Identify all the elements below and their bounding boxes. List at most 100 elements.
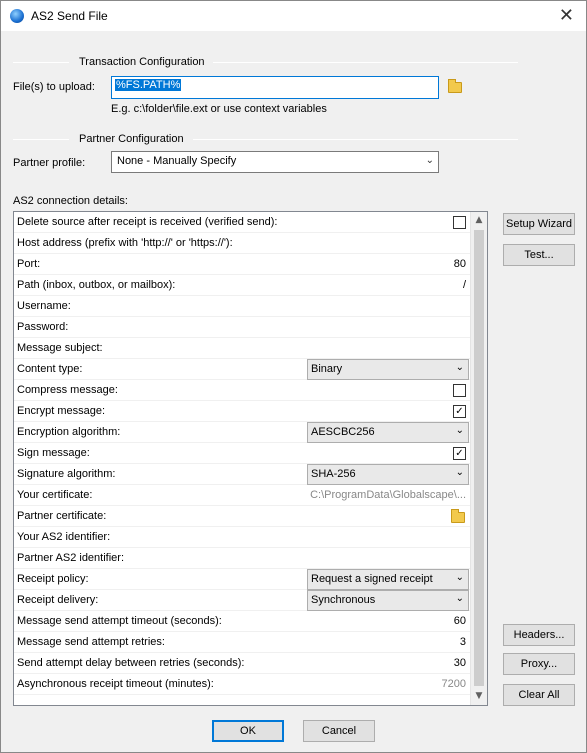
- files-input-value: %FS.PATH%: [115, 79, 182, 91]
- partner-section-title: Partner Configuration: [79, 133, 184, 145]
- close-icon[interactable]: ✕: [559, 5, 574, 26]
- property-select-value: Synchronous: [311, 594, 376, 606]
- table-row[interactable]: Host address (prefix with 'http://' or '…: [14, 233, 470, 254]
- property-value[interactable]: C:\ProgramData\Globalscape\...: [310, 489, 466, 501]
- scroll-down-icon[interactable]: ▼: [471, 688, 487, 705]
- chevron-down-icon: ⌄: [455, 362, 464, 373]
- property-select[interactable]: Binary ⌄: [307, 359, 469, 380]
- browse-folder-icon[interactable]: [448, 79, 462, 93]
- proxy-button[interactable]: Proxy...: [503, 653, 575, 675]
- property-checkbox[interactable]: [453, 384, 466, 397]
- property-value[interactable]: /: [463, 279, 466, 291]
- test-button[interactable]: Test...: [503, 244, 575, 266]
- clear-all-button[interactable]: Clear All: [503, 684, 575, 706]
- property-name: Send attempt delay between retries (seco…: [17, 657, 245, 669]
- divider: [193, 139, 518, 140]
- property-name: Partner certificate:: [17, 510, 107, 522]
- divider: [13, 139, 69, 140]
- table-row[interactable]: Compress message:: [14, 380, 470, 401]
- partner-profile-value: None - Manually Specify: [117, 155, 237, 167]
- property-name: Sign message:: [17, 447, 90, 459]
- table-row[interactable]: Your certificate: C:\ProgramData\Globalsc…: [14, 485, 470, 506]
- property-select-value: SHA-256: [311, 468, 356, 480]
- table-row[interactable]: Signature algorithm: SHA-256 ⌄: [14, 464, 470, 485]
- property-select[interactable]: Synchronous ⌄: [307, 590, 469, 611]
- partner-profile-select[interactable]: None - Manually Specify ⌄: [111, 151, 439, 173]
- table-row[interactable]: Encryption algorithm: AESCBC256 ⌄: [14, 422, 470, 443]
- property-name: Compress message:: [17, 384, 118, 396]
- property-name: Content type:: [17, 363, 83, 375]
- property-name: Message send attempt timeout (seconds):: [17, 615, 222, 627]
- table-row[interactable]: Message send attempt retries: 3: [14, 632, 470, 653]
- table-row[interactable]: Your AS2 identifier:: [14, 527, 470, 548]
- table-row[interactable]: Password:: [14, 317, 470, 338]
- property-value[interactable]: 80: [454, 258, 466, 270]
- property-name: Signature algorithm:: [17, 468, 116, 480]
- chevron-down-icon: ⌄: [425, 155, 434, 166]
- chevron-down-icon: ⌄: [455, 467, 464, 478]
- scroll-thumb[interactable]: [474, 230, 484, 686]
- ok-button[interactable]: OK: [212, 720, 284, 742]
- table-row[interactable]: Message subject:: [14, 338, 470, 359]
- table-row[interactable]: Partner AS2 identifier:: [14, 548, 470, 569]
- property-name: Message send attempt retries:: [17, 636, 165, 648]
- divider: [13, 62, 69, 63]
- property-name: Asynchronous receipt timeout (minutes):: [17, 678, 214, 690]
- table-row[interactable]: Receipt policy: Request a signed receipt ⌄: [14, 569, 470, 590]
- vertical-scrollbar[interactable]: ▲ ▼: [470, 212, 487, 705]
- scroll-up-icon[interactable]: ▲: [471, 212, 487, 229]
- property-name: Partner AS2 identifier:: [17, 552, 125, 564]
- table-row[interactable]: Partner certificate:: [14, 506, 470, 527]
- table-row[interactable]: Delete source after receipt is received …: [14, 212, 470, 233]
- cancel-button[interactable]: Cancel: [303, 720, 375, 742]
- property-value[interactable]: 7200: [442, 678, 466, 690]
- property-checkbox[interactable]: [453, 216, 466, 229]
- property-value[interactable]: 30: [454, 657, 466, 669]
- property-name: Receipt delivery:: [17, 594, 99, 606]
- property-name: Receipt policy:: [17, 573, 89, 585]
- partner-profile-label: Partner profile:: [13, 157, 86, 169]
- connection-details-label: AS2 connection details:: [13, 195, 128, 207]
- property-name: Path (inbox, outbox, or mailbox):: [17, 279, 176, 291]
- table-row[interactable]: Username:: [14, 296, 470, 317]
- headers-button[interactable]: Headers...: [503, 624, 575, 646]
- property-name: Your AS2 identifier:: [17, 531, 111, 543]
- table-row[interactable]: Port: 80: [14, 254, 470, 275]
- property-name: Username:: [17, 300, 71, 312]
- table-row[interactable]: Message send attempt timeout (seconds): 6…: [14, 611, 470, 632]
- connection-details-grid: Delete source after receipt is received …: [13, 211, 488, 706]
- property-name: Message subject:: [17, 342, 103, 354]
- table-row[interactable]: Encrypt message: ✓: [14, 401, 470, 422]
- property-name: Delete source after receipt is received …: [17, 216, 278, 228]
- property-rows: Delete source after receipt is received …: [14, 212, 470, 695]
- window-title: AS2 Send File: [31, 9, 108, 23]
- table-row[interactable]: Receipt delivery: Synchronous ⌄: [14, 590, 470, 611]
- table-row[interactable]: Sign message: ✓: [14, 443, 470, 464]
- property-value[interactable]: 3: [460, 636, 466, 648]
- property-select-value: Binary: [311, 363, 343, 375]
- property-checkbox[interactable]: ✓: [453, 405, 466, 418]
- table-row[interactable]: Content type: Binary ⌄: [14, 359, 470, 380]
- files-input[interactable]: %FS.PATH%: [111, 76, 439, 99]
- property-checkbox[interactable]: ✓: [453, 447, 466, 460]
- table-row[interactable]: Asynchronous receipt timeout (minutes): 7…: [14, 674, 470, 695]
- table-row[interactable]: Send attempt delay between retries (seco…: [14, 653, 470, 674]
- property-select[interactable]: SHA-256 ⌄: [307, 464, 469, 485]
- property-name: Port:: [17, 258, 41, 270]
- setup-wizard-button[interactable]: Setup Wizard: [503, 213, 575, 235]
- divider: [213, 62, 518, 63]
- chevron-down-icon: ⌄: [455, 572, 464, 583]
- browse-folder-icon[interactable]: [451, 509, 465, 523]
- title-bar: AS2 Send File ✕: [1, 1, 586, 31]
- files-label: File(s) to upload:: [13, 81, 95, 93]
- property-select[interactable]: AESCBC256 ⌄: [307, 422, 469, 443]
- property-name: Encrypt message:: [17, 405, 106, 417]
- property-select[interactable]: Request a signed receipt ⌄: [307, 569, 469, 590]
- globe-icon: [10, 9, 24, 23]
- table-row[interactable]: Path (inbox, outbox, or mailbox): /: [14, 275, 470, 296]
- property-name: Your certificate:: [17, 489, 93, 501]
- property-select-value: Request a signed receipt: [311, 573, 433, 585]
- as2-send-file-dialog: AS2 Send File ✕ Transaction Configuratio…: [0, 0, 587, 753]
- property-value[interactable]: 60: [454, 615, 466, 627]
- files-hint: E.g. c:\folder\file.ext or use context v…: [111, 103, 327, 115]
